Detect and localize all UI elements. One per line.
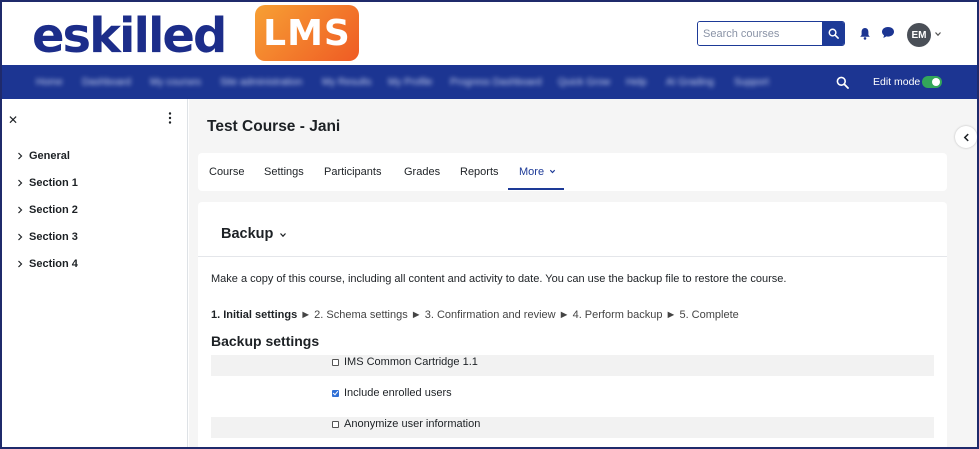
nav-item-my-courses[interactable]: My courses — [150, 77, 201, 88]
notification-bell-icon[interactable] — [859, 27, 871, 40]
edit-mode-label: Edit mode — [873, 76, 921, 88]
sidebar-item-label: Section 3 — [29, 231, 78, 243]
search-icon — [828, 28, 839, 39]
sidebar-item-section-3[interactable]: Section 3 — [16, 231, 78, 243]
chevron-right-icon — [18, 152, 23, 160]
kebab-menu-icon[interactable] — [168, 112, 172, 124]
eskilled-logo[interactable]: eskilled — [32, 8, 227, 64]
setting-row-include-users: Include enrolled users — [211, 386, 934, 407]
chevron-right-icon — [18, 179, 23, 187]
chevron-left-icon — [963, 133, 969, 141]
nav-item-support[interactable]: Support — [734, 77, 769, 88]
setting-row-ims-cc: IMS Common Cartridge 1.1 — [211, 355, 934, 376]
open-block-drawer-button[interactable] — [955, 126, 977, 148]
remaining-steps: ► 2. Schema settings ► 3. Confirmation a… — [297, 309, 739, 321]
avatar-initials: EM — [911, 29, 927, 41]
nav-item-site-administration[interactable]: Site administration — [220, 77, 302, 88]
chevron-down-icon — [550, 169, 556, 174]
edit-mode-toggle[interactable] — [922, 76, 942, 88]
logo-wordmark: eskilled — [32, 8, 227, 64]
sidebar-item-label: Section 1 — [29, 177, 78, 189]
lms-badge-label: LMS — [263, 12, 351, 54]
include-users-checkbox[interactable] — [332, 390, 339, 397]
setting-row-anonymize: Anonymize user information — [211, 417, 934, 438]
lms-logo-badge: LMS — [255, 5, 359, 61]
sidebar-item-section-2[interactable]: Section 2 — [16, 204, 78, 216]
page-title: Test Course - Jani — [207, 118, 341, 135]
search-icon[interactable] — [836, 76, 849, 89]
backup-card: Backup Make a copy of this course, inclu… — [198, 202, 947, 447]
setting-label: Anonymize user information — [344, 418, 481, 430]
chevron-right-icon — [18, 233, 23, 241]
primary-navigation: Home Dashboard My courses Site administr… — [2, 65, 977, 99]
nav-item-home[interactable]: Home — [36, 77, 63, 88]
tab-more[interactable]: More — [519, 166, 556, 178]
user-avatar[interactable]: EM — [907, 23, 931, 47]
tab-settings[interactable]: Settings — [264, 166, 304, 178]
sidebar-item-section-1[interactable]: Section 1 — [16, 177, 78, 189]
nav-item-ai-grading[interactable]: AI Grading — [666, 77, 714, 88]
chevron-down-icon — [280, 233, 287, 238]
course-search — [697, 21, 845, 46]
backup-intro-text: Make a copy of this course, including al… — [211, 273, 787, 285]
secondary-navigation: Course Settings Participants Grades Repo… — [198, 153, 947, 191]
sidebar-item-section-4[interactable]: Section 4 — [16, 258, 78, 270]
tab-more-label: More — [519, 166, 545, 178]
main-content: Test Course - Jani Course Settings Parti… — [189, 99, 977, 447]
nav-item-my-results[interactable]: My Results — [322, 77, 371, 88]
close-icon[interactable]: ✕ — [8, 113, 18, 127]
toggle-knob — [932, 78, 940, 86]
nav-item-dashboard[interactable]: Dashboard — [82, 77, 131, 88]
backup-action-menu[interactable]: Backup — [221, 226, 287, 242]
sidebar-item-label: Section 2 — [29, 204, 78, 216]
sidebar-item-label: General — [29, 150, 70, 162]
setting-label: Include enrolled users — [344, 387, 452, 399]
chevron-right-icon — [18, 260, 23, 268]
nav-item-quick-grow[interactable]: Quick Grow — [558, 77, 610, 88]
search-input[interactable] — [698, 22, 822, 45]
sidebar-item-label: Section 4 — [29, 258, 78, 270]
messages-icon[interactable] — [881, 26, 895, 39]
search-button[interactable] — [822, 22, 844, 45]
ims-cc-checkbox[interactable] — [332, 359, 339, 366]
page-heading: Backup — [221, 226, 274, 242]
tab-grades[interactable]: Grades — [404, 166, 440, 178]
current-step: 1. Initial settings — [211, 309, 298, 321]
divider — [198, 256, 947, 257]
course-index-drawer: ✕ General Section 1 Section 2 Section 3 … — [2, 99, 188, 447]
chevron-down-icon[interactable] — [934, 30, 942, 38]
top-header: eskilled LMS EM — [2, 2, 977, 65]
nav-item-progress-dashboard[interactable]: Progress Dashboard — [450, 77, 542, 88]
tab-participants[interactable]: Participants — [324, 166, 381, 178]
backup-progress-steps: 1. Initial settings ► 2. Schema settings… — [211, 309, 739, 321]
tab-reports[interactable]: Reports — [460, 166, 499, 178]
chevron-right-icon — [18, 206, 23, 214]
tab-course[interactable]: Course — [209, 166, 244, 178]
nav-item-my-profile[interactable]: My Profile — [388, 77, 432, 88]
anonymize-checkbox[interactable] — [332, 421, 339, 428]
active-tab-indicator — [508, 188, 564, 190]
setting-label: IMS Common Cartridge 1.1 — [344, 356, 478, 368]
nav-item-help[interactable]: Help — [626, 77, 647, 88]
settings-heading: Backup settings — [211, 333, 320, 349]
app-window: eskilled LMS EM Ho — [0, 0, 979, 449]
sidebar-item-general[interactable]: General — [16, 150, 70, 162]
